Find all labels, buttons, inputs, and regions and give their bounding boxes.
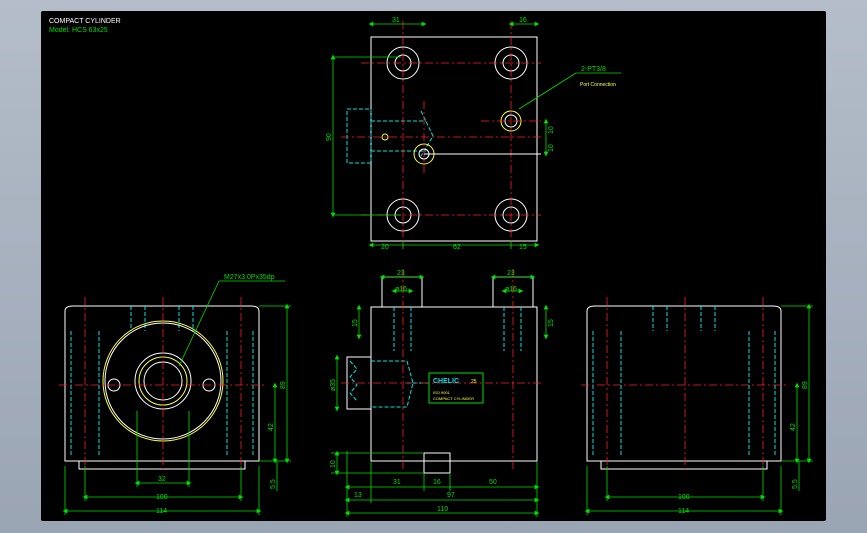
label-line1: ISO 9001: [433, 390, 451, 395]
dim-rv-42: 42: [790, 423, 797, 431]
drawing-model: Model: HCS 63x25: [49, 27, 108, 34]
dim-fl-100: 100: [156, 494, 168, 501]
dim-side-50: 50: [489, 479, 497, 486]
label-brand: CHELIC: [433, 378, 459, 385]
dim-side-13: 13: [354, 492, 362, 499]
dim-height-90: 90: [326, 133, 333, 141]
dim-fl-32: 32: [158, 476, 166, 483]
label-line2: COMPACT CYLINDER: [433, 396, 474, 401]
dim-side-16: 16: [433, 479, 441, 486]
dim-side-23b: 23: [507, 270, 515, 277]
dim-side-dia16a: ø16: [395, 286, 407, 293]
dim-bottom-20: 20: [381, 244, 389, 251]
cad-drawing: COMPACT CYLINDER Model: HCS 63x25 31 16 …: [49, 17, 813, 517]
dim-top-31: 31: [392, 17, 400, 24]
dim-fl-114: 114: [156, 508, 167, 515]
dim-side-15a: 15: [352, 319, 359, 327]
dim-top-16: 16: [519, 17, 527, 24]
dim-side-31: 31: [393, 479, 401, 486]
top-view: 31 16 90 10 10 20 62 15 2-PT3/8 Port Con…: [326, 17, 621, 251]
dim-side-97: 97: [447, 492, 455, 499]
cad-window-frame: COMPACT CYLINDER Model: HCS 63x25 31 16 …: [0, 0, 867, 533]
dim-fl-42: 42: [268, 423, 275, 431]
dim-side-110: 110: [437, 506, 448, 513]
dim-side-15b: 15: [548, 319, 555, 327]
dim-side-dia16b: ø16: [505, 286, 517, 293]
dim-side-10: 10: [330, 460, 337, 468]
dim-right-10a: 10: [548, 126, 555, 134]
front-left-view: M27x3.0Px35dp 100 114 32 89 42 5.5: [59, 274, 291, 515]
thread-callout: M27x3.0Px35dp: [224, 274, 275, 281]
dim-rv-55: 5.5: [792, 479, 799, 489]
dim-side-23a: 23: [397, 270, 405, 277]
dim-rv-114: 114: [678, 508, 689, 515]
dim-right-10b: 10: [548, 144, 555, 152]
dim-fl-89: 89: [280, 381, 287, 389]
dim-rv-100: 100: [678, 494, 690, 501]
right-view: 100 114 89 42 5.5: [581, 297, 813, 515]
dim-side-dia35: ø35: [330, 379, 337, 391]
label-number: 25: [471, 379, 477, 385]
drawing-canvas[interactable]: COMPACT CYLINDER Model: HCS 63x25 31 16 …: [41, 11, 826, 521]
side-view: CHELIC 25 ISO 9001 COMPACT CYLINDER 23 2…: [330, 269, 555, 517]
port-callout-label: 2-PT3/8: [581, 66, 606, 73]
dim-bottom-62: 62: [453, 244, 461, 251]
dim-rv-89: 89: [802, 381, 809, 389]
drawing-title: COMPACT CYLINDER: [49, 18, 121, 25]
dim-fl-55: 5.5: [270, 479, 277, 489]
port-callout-sub: Port Connection: [580, 82, 616, 88]
dim-bottom-15: 15: [519, 244, 527, 251]
